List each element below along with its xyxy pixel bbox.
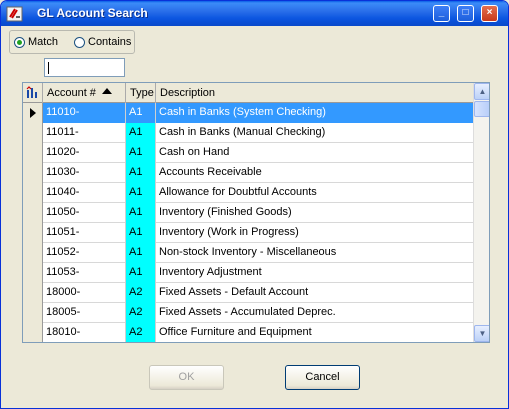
gl-account-search-window: GL Account Search _ □ × Match Contains A… [0,0,509,409]
account-number-cell[interactable]: 11040- [43,183,126,203]
search-mode-group: Match Contains [9,30,135,54]
column-header-type[interactable]: Type [126,83,156,103]
grid-header: Account # Type Description [23,83,473,103]
table-row[interactable]: 11053- A1 Inventory Adjustment [23,263,473,283]
table-row[interactable]: 11010- A1 Cash in Banks (System Checking) [23,103,473,123]
grid-rows: 11010- A1 Cash in Banks (System Checking) 1… [23,103,473,342]
table-row[interactable]: 11052- A1 Non-stock Inventory - Miscellane… [23,243,473,263]
scroll-down-button[interactable]: ▼ [474,325,489,342]
match-radio-label[interactable]: Match [28,36,58,48]
column-header-account-label: Account # [47,87,96,99]
contains-radio-label[interactable]: Contains [88,36,131,48]
account-number-cell[interactable]: 11011- [43,123,126,143]
row-indicator[interactable] [23,283,43,303]
type-cell[interactable]: A2 [126,283,156,303]
type-cell[interactable]: A2 [126,303,156,323]
column-header-account[interactable]: Account # [43,83,126,103]
cancel-button-label: Cancel [305,371,340,383]
type-cell[interactable]: A1 [126,243,156,263]
table-row[interactable]: 18005- A2 Fixed Assets - Accumulated Depre… [23,303,473,323]
close-button[interactable]: × [481,5,498,22]
type-cell[interactable]: A1 [126,163,156,183]
account-number-cell[interactable]: 11050- [43,203,126,223]
column-chooser-icon[interactable] [23,83,43,103]
description-cell[interactable]: Fixed Assets - Default Account [156,283,473,303]
row-indicator[interactable] [23,143,43,163]
table-row[interactable]: 18010- A2 Office Furniture and Equipment [23,323,473,342]
account-number-cell[interactable]: 11053- [43,263,126,283]
description-cell[interactable]: Cash on Hand [156,143,473,163]
description-cell[interactable]: Office Furniture and Equipment [156,323,473,342]
account-number-cell[interactable]: 18005- [43,303,126,323]
description-cell[interactable]: Cash in Banks (System Checking) [156,103,473,123]
account-number-cell[interactable]: 11020- [43,143,126,163]
description-cell[interactable]: Inventory (Finished Goods) [156,203,473,223]
account-number-cell[interactable]: 18010- [43,323,126,342]
row-indicator[interactable] [23,183,43,203]
contains-radio[interactable]: Contains [74,35,131,49]
type-cell[interactable]: A1 [126,263,156,283]
table-row[interactable]: 11011- A1 Cash in Banks (Manual Checking) [23,123,473,143]
description-cell[interactable]: Allowance for Doubtful Accounts [156,183,473,203]
row-indicator[interactable] [23,263,43,283]
column-header-description[interactable]: Description [156,83,473,103]
row-indicator[interactable] [23,123,43,143]
description-cell[interactable]: Accounts Receivable [156,163,473,183]
row-indicator[interactable] [23,223,43,243]
account-number-cell[interactable]: 11010- [43,103,126,123]
row-indicator[interactable] [23,303,43,323]
vertical-scrollbar[interactable]: ▲ ▼ [473,83,489,342]
table-row[interactable]: 11020- A1 Cash on Hand [23,143,473,163]
type-cell[interactable]: A2 [126,323,156,342]
ok-button[interactable]: OK [149,365,224,390]
row-indicator[interactable] [23,323,43,342]
current-row-pointer-icon [30,108,36,118]
type-cell[interactable]: A1 [126,223,156,243]
description-cell[interactable]: Inventory (Work in Progress) [156,223,473,243]
table-row[interactable]: 11051- A1 Inventory (Work in Progress) [23,223,473,243]
account-number-cell[interactable]: 11052- [43,243,126,263]
description-cell[interactable]: Inventory Adjustment [156,263,473,283]
type-cell[interactable]: A1 [126,203,156,223]
table-row[interactable]: 18000- A2 Fixed Assets - Default Account [23,283,473,303]
table-row[interactable]: 11050- A1 Inventory (Finished Goods) [23,203,473,223]
type-cell[interactable]: A1 [126,123,156,143]
row-indicator[interactable] [23,103,43,123]
minimize-button[interactable]: _ [433,5,450,22]
account-grid[interactable]: Account # Type Description 11010- A1 Cash … [22,82,490,343]
account-number-cell[interactable]: 11030- [43,163,126,183]
maximize-button[interactable]: □ [457,5,474,22]
contains-radio-dot[interactable] [74,36,85,48]
description-cell[interactable]: Non-stock Inventory - Miscellaneous [156,243,473,263]
row-indicator[interactable] [23,243,43,263]
table-row[interactable]: 11040- A1 Allowance for Doubtful Accounts [23,183,473,203]
description-cell[interactable]: Fixed Assets - Accumulated Deprec. [156,303,473,323]
scroll-thumb[interactable] [474,101,489,117]
ok-button-label: OK [178,371,195,383]
account-number-cell[interactable]: 18000- [43,283,126,303]
cancel-button[interactable]: Cancel [285,365,360,390]
scroll-up-button[interactable]: ▲ [474,83,489,100]
window-title: GL Account Search [37,6,148,20]
description-cell[interactable]: Cash in Banks (Manual Checking) [156,123,473,143]
table-row[interactable]: 11030- A1 Accounts Receivable [23,163,473,183]
type-cell[interactable]: A1 [126,143,156,163]
text-caret [48,62,49,74]
app-icon [6,6,23,22]
title-bar[interactable]: GL Account Search _ □ × [1,1,508,26]
row-indicator[interactable] [23,163,43,183]
type-cell[interactable]: A1 [126,103,156,123]
row-indicator[interactable] [23,203,43,223]
type-cell[interactable]: A1 [126,183,156,203]
account-number-cell[interactable]: 11051- [43,223,126,243]
sort-ascending-icon [101,88,112,94]
match-radio[interactable]: Match [14,35,58,49]
match-radio-dot[interactable] [14,36,25,48]
search-input[interactable] [44,58,125,77]
